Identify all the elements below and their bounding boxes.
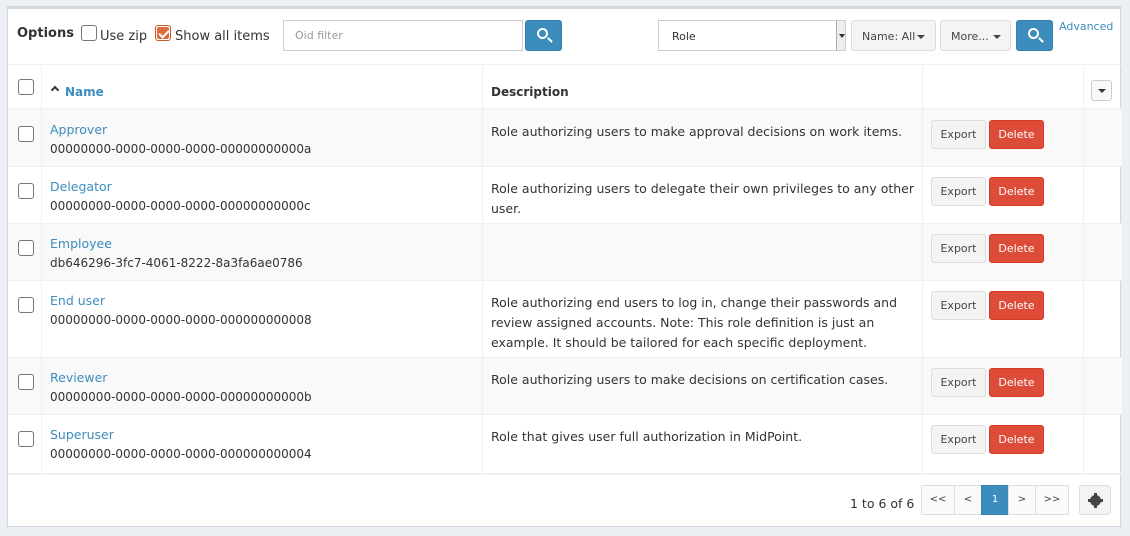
footer-divider <box>8 474 1122 475</box>
export-button[interactable]: Export <box>931 177 986 206</box>
table-row: End user 00000000-0000-0000-0000-0000000… <box>8 281 1122 358</box>
object-type-value: Role <box>672 30 696 43</box>
table-row: Employee db646296-3fc7-4061-8222-8a3fa6a… <box>8 224 1122 281</box>
name-filter-button[interactable]: Name: All <box>851 20 936 51</box>
use-zip-checkbox[interactable] <box>81 25 97 41</box>
advanced-search-link[interactable]: Advanced <box>1059 20 1113 33</box>
next-page-button[interactable]: > <box>1008 485 1036 515</box>
first-page-button[interactable]: << <box>921 485 955 515</box>
row-checkbox[interactable] <box>18 183 34 199</box>
name-column-header[interactable]: Name <box>65 85 104 99</box>
object-type-select[interactable]: Role <box>658 20 846 51</box>
search-icon <box>537 28 548 39</box>
oid-filter-input[interactable] <box>283 20 523 51</box>
role-description: Role authorizing users to make decisions… <box>491 372 889 387</box>
oid-search-button[interactable] <box>525 20 562 51</box>
role-description: Role authorizing users to make approval … <box>491 124 903 139</box>
role-name-link[interactable]: Delegator <box>50 179 112 194</box>
column-divider <box>1083 66 1084 474</box>
row-checkbox[interactable] <box>18 240 34 256</box>
role-oid: db646296-3fc7-4061-8222-8a3fa6ae0786 <box>50 256 303 270</box>
column-divider <box>482 66 483 474</box>
more-filters-button[interactable]: More... <box>940 20 1011 51</box>
table-row: Approver 00000000-0000-0000-0000-0000000… <box>8 110 1122 167</box>
repository-objects-panel: Options Use zip Show all items Role Name… <box>7 6 1122 527</box>
role-oid: 00000000-0000-0000-0000-00000000000b <box>50 390 312 404</box>
name-filter-label: Name: All <box>862 30 916 43</box>
export-button[interactable]: Export <box>931 368 986 397</box>
role-name-link[interactable]: Superuser <box>50 427 114 442</box>
row-checkbox[interactable] <box>18 431 34 447</box>
table-row: Delegator 00000000-0000-0000-0000-000000… <box>8 167 1122 224</box>
row-checkbox[interactable] <box>18 297 34 313</box>
role-description: Role that gives user full authorization … <box>491 429 803 444</box>
search-button[interactable] <box>1016 20 1053 51</box>
role-name-link[interactable]: Approver <box>50 122 107 137</box>
table-settings-button[interactable] <box>1079 485 1111 515</box>
role-name-link[interactable]: Employee <box>50 236 112 251</box>
use-zip-label: Use zip <box>100 29 148 44</box>
export-button[interactable]: Export <box>931 120 986 149</box>
search-icon <box>1028 28 1039 39</box>
show-all-items-label: Show all items <box>175 29 270 44</box>
options-toolbar: Options Use zip Show all items Role Name… <box>8 9 1122 65</box>
delete-button[interactable]: Delete <box>989 425 1044 454</box>
delete-button[interactable]: Delete <box>989 120 1044 149</box>
chevron-down-icon <box>917 35 925 39</box>
role-oid: 00000000-0000-0000-0000-000000000008 <box>50 313 312 327</box>
select-all-checkbox[interactable] <box>18 79 34 95</box>
export-button[interactable]: Export <box>931 291 986 320</box>
column-menu-button[interactable] <box>1091 80 1112 101</box>
role-oid: 00000000-0000-0000-0000-00000000000c <box>50 199 311 213</box>
role-oid: 00000000-0000-0000-0000-00000000000a <box>50 142 312 156</box>
show-all-items-checkbox[interactable] <box>155 25 171 41</box>
more-label: More... <box>951 30 989 43</box>
row-checkbox[interactable] <box>18 374 34 390</box>
role-description: Role authorizing users to delegate their… <box>491 181 914 216</box>
role-description: Role authorizing end users to log in, ch… <box>491 295 898 350</box>
description-column-header: Description <box>491 85 569 99</box>
options-label: Options <box>17 26 74 41</box>
export-button[interactable]: Export <box>931 425 986 454</box>
role-name-link[interactable]: End user <box>50 293 105 308</box>
column-divider <box>922 66 923 474</box>
delete-button[interactable]: Delete <box>989 368 1044 397</box>
previous-page-button[interactable]: < <box>954 485 982 515</box>
role-oid: 00000000-0000-0000-0000-000000000004 <box>50 447 312 461</box>
gear-icon <box>1088 493 1103 508</box>
page-1-button[interactable]: 1 <box>981 485 1009 515</box>
row-checkbox[interactable] <box>18 126 34 142</box>
role-name-link[interactable]: Reviewer <box>50 370 107 385</box>
delete-button[interactable]: Delete <box>989 177 1044 206</box>
table-row: Superuser 00000000-0000-0000-0000-000000… <box>8 415 1122 474</box>
column-divider <box>41 66 42 474</box>
last-page-button[interactable]: >> <box>1035 485 1069 515</box>
delete-button[interactable]: Delete <box>989 291 1044 320</box>
delete-button[interactable]: Delete <box>989 234 1044 263</box>
export-button[interactable]: Export <box>931 234 986 263</box>
result-count: 1 to 6 of 6 <box>850 496 915 511</box>
table-row: Reviewer 00000000-0000-0000-0000-0000000… <box>8 358 1122 415</box>
select-arrow-icon <box>836 21 845 50</box>
chevron-down-icon <box>993 35 1001 39</box>
